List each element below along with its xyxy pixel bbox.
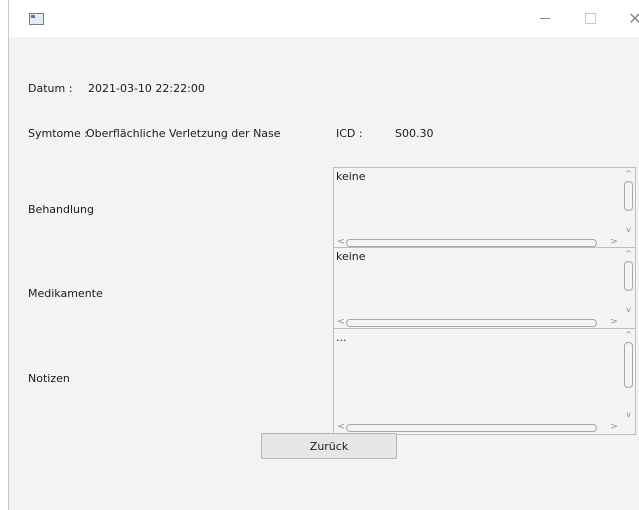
minimize-button[interactable]	[530, 6, 560, 30]
scroll-thumb-horizontal[interactable]	[346, 239, 597, 247]
symptome-value: Oberflächliche Verletzung der Nase	[86, 127, 281, 140]
scroll-down-icon[interactable]: v	[622, 410, 635, 420]
medikamente-label: Medikamente	[28, 287, 103, 300]
scroll-thumb-horizontal[interactable]	[346, 319, 597, 327]
title-bar: ✕	[9, 0, 639, 37]
icd-label: ICD :	[336, 127, 363, 140]
window-left-edge	[0, 0, 9, 510]
notizen-label: Notizen	[28, 372, 70, 385]
scroll-thumb[interactable]	[624, 261, 633, 291]
medikamente-textarea[interactable]: keine ^ v < >	[333, 247, 636, 330]
scroll-up-icon[interactable]: ^	[622, 249, 635, 259]
maximize-icon	[584, 12, 596, 24]
symptome-label: Symtome :	[28, 127, 88, 140]
app-window-icon	[29, 13, 44, 25]
scroll-corner	[622, 421, 635, 434]
behandlung-textarea[interactable]: keine ^ v < >	[333, 167, 636, 250]
scroll-up-icon[interactable]: ^	[622, 330, 635, 340]
detail-view: Datum : 2021-03-10 22:22:00 Symtome : Ob…	[9, 37, 639, 510]
icd-value: S00.30	[395, 127, 434, 140]
notizen-textarea[interactable]: ... ^ v < >	[333, 328, 636, 435]
scroll-thumb-horizontal[interactable]	[346, 424, 597, 432]
datum-value: 2021-03-10 22:22:00	[88, 82, 205, 95]
vertical-scrollbar[interactable]: ^ v	[622, 248, 635, 316]
scroll-up-icon[interactable]: ^	[622, 169, 635, 179]
back-button[interactable]: Zurück	[261, 433, 397, 459]
scroll-right-icon[interactable]: >	[609, 421, 619, 434]
scroll-down-icon[interactable]: v	[622, 225, 635, 235]
behandlung-text: keine	[336, 170, 366, 183]
behandlung-label: Behandlung	[28, 203, 94, 216]
notizen-text: ...	[336, 331, 347, 344]
close-icon: ✕	[628, 8, 639, 28]
scroll-down-icon[interactable]: v	[622, 305, 635, 315]
medikamente-text: keine	[336, 250, 366, 263]
minimize-icon	[540, 17, 550, 19]
scroll-thumb[interactable]	[624, 181, 633, 211]
datum-label: Datum :	[28, 82, 73, 95]
vertical-scrollbar[interactable]: ^ v	[622, 168, 635, 236]
vertical-scrollbar[interactable]: ^ v	[622, 329, 635, 421]
close-button[interactable]: ✕	[620, 6, 639, 30]
maximize-button[interactable]	[575, 6, 605, 30]
scroll-thumb[interactable]	[624, 342, 633, 388]
